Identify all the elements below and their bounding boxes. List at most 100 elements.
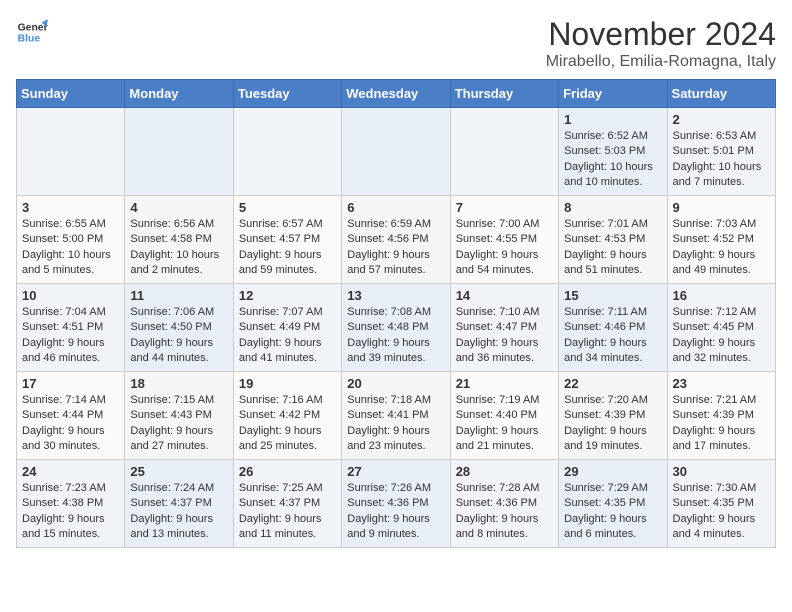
day-info: Sunrise: 7:15 AM Sunset: 4:43 PM Dayligh… bbox=[130, 393, 227, 455]
calendar-cell bbox=[17, 108, 125, 196]
day-number: 18 bbox=[130, 376, 227, 391]
day-info: Sunrise: 7:10 AM Sunset: 4:47 PM Dayligh… bbox=[456, 305, 553, 367]
calendar-cell: 26Sunrise: 7:25 AM Sunset: 4:37 PM Dayli… bbox=[233, 460, 341, 548]
day-info: Sunrise: 7:30 AM Sunset: 4:35 PM Dayligh… bbox=[673, 481, 770, 543]
weekday-header: Tuesday bbox=[233, 80, 341, 108]
day-number: 24 bbox=[22, 464, 119, 479]
day-number: 11 bbox=[130, 288, 227, 303]
day-number: 23 bbox=[673, 376, 770, 391]
calendar-cell bbox=[125, 108, 233, 196]
day-info: Sunrise: 7:28 AM Sunset: 4:36 PM Dayligh… bbox=[456, 481, 553, 543]
weekday-header: Wednesday bbox=[342, 80, 450, 108]
day-number: 13 bbox=[347, 288, 444, 303]
location-title: Mirabello, Emilia-Romagna, Italy bbox=[546, 53, 776, 71]
weekday-header: Sunday bbox=[17, 80, 125, 108]
day-info: Sunrise: 7:24 AM Sunset: 4:37 PM Dayligh… bbox=[130, 481, 227, 543]
day-info: Sunrise: 6:55 AM Sunset: 5:00 PM Dayligh… bbox=[22, 217, 119, 279]
day-number: 9 bbox=[673, 200, 770, 215]
day-number: 29 bbox=[564, 464, 661, 479]
calendar-cell: 5 Sunrise: 6:57 AM Sunset: 4:57 PM Daylig… bbox=[233, 196, 341, 284]
logo-icon: General Blue bbox=[16, 16, 48, 48]
day-number: 4 bbox=[130, 200, 227, 215]
calendar-cell: 17 Sunrise: 7:14 AM Sunset: 4:44 PM Dayli… bbox=[17, 372, 125, 460]
calendar-cell: 7 Sunrise: 7:00 AM Sunset: 4:55 PM Daylig… bbox=[450, 196, 558, 284]
calendar-cell: 6 Sunrise: 6:59 AM Sunset: 4:56 PM Daylig… bbox=[342, 196, 450, 284]
day-number: 19 bbox=[239, 376, 336, 391]
day-number: 15 bbox=[564, 288, 661, 303]
day-number: 5 bbox=[239, 200, 336, 215]
day-number: 1 bbox=[564, 112, 661, 127]
calendar-cell: 2 Sunrise: 6:53 AM Sunset: 5:01 PM Daylig… bbox=[667, 108, 775, 196]
day-number: 27 bbox=[347, 464, 444, 479]
calendar-cell bbox=[342, 108, 450, 196]
calendar-table: SundayMondayTuesdayWednesdayThursdayFrid… bbox=[16, 79, 776, 548]
day-number: 25 bbox=[130, 464, 227, 479]
calendar-cell: 4Sunrise: 6:56 AM Sunset: 4:58 PM Daylig… bbox=[125, 196, 233, 284]
calendar-cell: 24 Sunrise: 7:23 AM Sunset: 4:38 PM Dayli… bbox=[17, 460, 125, 548]
calendar-cell: 30 Sunrise: 7:30 AM Sunset: 4:35 PM Dayli… bbox=[667, 460, 775, 548]
day-info: Sunrise: 6:59 AM Sunset: 4:56 PM Dayligh… bbox=[347, 217, 444, 279]
calendar-cell: 13Sunrise: 7:08 AM Sunset: 4:48 PM Dayli… bbox=[342, 284, 450, 372]
weekday-header: Saturday bbox=[667, 80, 775, 108]
calendar-cell: 12 Sunrise: 7:07 AM Sunset: 4:49 PM Dayli… bbox=[233, 284, 341, 372]
day-info: Sunrise: 7:11 AM Sunset: 4:46 PM Dayligh… bbox=[564, 305, 661, 367]
page-header: General Blue November 2024 Mirabello, Em… bbox=[16, 16, 776, 71]
day-number: 16 bbox=[673, 288, 770, 303]
day-number: 17 bbox=[22, 376, 119, 391]
calendar-cell bbox=[450, 108, 558, 196]
day-info: Sunrise: 7:14 AM Sunset: 4:44 PM Dayligh… bbox=[22, 393, 119, 455]
calendar-cell: 18 Sunrise: 7:15 AM Sunset: 4:43 PM Dayli… bbox=[125, 372, 233, 460]
calendar-cell: 22 Sunrise: 7:20 AM Sunset: 4:39 PM Dayli… bbox=[559, 372, 667, 460]
day-info: Sunrise: 7:29 AM Sunset: 4:35 PM Dayligh… bbox=[564, 481, 661, 543]
calendar-cell: 14 Sunrise: 7:10 AM Sunset: 4:47 PM Dayli… bbox=[450, 284, 558, 372]
calendar-cell: 9 Sunrise: 7:03 AM Sunset: 4:52 PM Daylig… bbox=[667, 196, 775, 284]
day-info: Sunrise: 6:53 AM Sunset: 5:01 PM Dayligh… bbox=[673, 129, 770, 191]
weekday-header: Thursday bbox=[450, 80, 558, 108]
day-number: 14 bbox=[456, 288, 553, 303]
calendar-cell: 19 Sunrise: 7:16 AM Sunset: 4:42 PM Dayli… bbox=[233, 372, 341, 460]
day-number: 12 bbox=[239, 288, 336, 303]
calendar-cell: 8 Sunrise: 7:01 AM Sunset: 4:53 PM Daylig… bbox=[559, 196, 667, 284]
calendar-cell: 3 Sunrise: 6:55 AM Sunset: 5:00 PM Daylig… bbox=[17, 196, 125, 284]
day-info: Sunrise: 7:03 AM Sunset: 4:52 PM Dayligh… bbox=[673, 217, 770, 279]
day-info: Sunrise: 7:26 AM Sunset: 4:36 PM Dayligh… bbox=[347, 481, 444, 543]
month-title: November 2024 bbox=[546, 16, 776, 53]
svg-text:Blue: Blue bbox=[18, 34, 41, 45]
weekday-header: Friday bbox=[559, 80, 667, 108]
calendar-cell: 10Sunrise: 7:04 AM Sunset: 4:51 PM Dayli… bbox=[17, 284, 125, 372]
day-info: Sunrise: 7:21 AM Sunset: 4:39 PM Dayligh… bbox=[673, 393, 770, 455]
title-block: November 2024 Mirabello, Emilia-Romagna,… bbox=[546, 16, 776, 71]
day-info: Sunrise: 7:25 AM Sunset: 4:37 PM Dayligh… bbox=[239, 481, 336, 543]
day-info: Sunrise: 7:12 AM Sunset: 4:45 PM Dayligh… bbox=[673, 305, 770, 367]
calendar-cell: 21 Sunrise: 7:19 AM Sunset: 4:40 PM Dayli… bbox=[450, 372, 558, 460]
calendar-cell: 27 Sunrise: 7:26 AM Sunset: 4:36 PM Dayli… bbox=[342, 460, 450, 548]
logo: General Blue bbox=[16, 16, 48, 48]
day-number: 22 bbox=[564, 376, 661, 391]
day-info: Sunrise: 7:01 AM Sunset: 4:53 PM Dayligh… bbox=[564, 217, 661, 279]
calendar-cell: 15 Sunrise: 7:11 AM Sunset: 4:46 PM Dayli… bbox=[559, 284, 667, 372]
calendar-cell: 29 Sunrise: 7:29 AM Sunset: 4:35 PM Dayli… bbox=[559, 460, 667, 548]
day-number: 8 bbox=[564, 200, 661, 215]
day-info: Sunrise: 7:23 AM Sunset: 4:38 PM Dayligh… bbox=[22, 481, 119, 543]
day-info: Sunrise: 7:18 AM Sunset: 4:41 PM Dayligh… bbox=[347, 393, 444, 455]
day-number: 3 bbox=[22, 200, 119, 215]
day-info: Sunrise: 7:20 AM Sunset: 4:39 PM Dayligh… bbox=[564, 393, 661, 455]
day-info: Sunrise: 7:16 AM Sunset: 4:42 PM Dayligh… bbox=[239, 393, 336, 455]
day-number: 2 bbox=[673, 112, 770, 127]
day-number: 6 bbox=[347, 200, 444, 215]
day-info: Sunrise: 7:00 AM Sunset: 4:55 PM Dayligh… bbox=[456, 217, 553, 279]
day-info: Sunrise: 7:06 AM Sunset: 4:50 PM Dayligh… bbox=[130, 305, 227, 367]
day-info: Sunrise: 7:19 AM Sunset: 4:40 PM Dayligh… bbox=[456, 393, 553, 455]
day-number: 21 bbox=[456, 376, 553, 391]
day-number: 7 bbox=[456, 200, 553, 215]
calendar-cell: 28Sunrise: 7:28 AM Sunset: 4:36 PM Dayli… bbox=[450, 460, 558, 548]
day-info: Sunrise: 6:52 AM Sunset: 5:03 PM Dayligh… bbox=[564, 129, 661, 191]
day-number: 20 bbox=[347, 376, 444, 391]
calendar-cell: 1 Sunrise: 6:52 AM Sunset: 5:03 PM Daylig… bbox=[559, 108, 667, 196]
calendar-cell bbox=[233, 108, 341, 196]
day-number: 30 bbox=[673, 464, 770, 479]
day-info: Sunrise: 6:57 AM Sunset: 4:57 PM Dayligh… bbox=[239, 217, 336, 279]
day-info: Sunrise: 7:04 AM Sunset: 4:51 PM Dayligh… bbox=[22, 305, 119, 367]
day-info: Sunrise: 7:07 AM Sunset: 4:49 PM Dayligh… bbox=[239, 305, 336, 367]
calendar-cell: 23 Sunrise: 7:21 AM Sunset: 4:39 PM Dayli… bbox=[667, 372, 775, 460]
